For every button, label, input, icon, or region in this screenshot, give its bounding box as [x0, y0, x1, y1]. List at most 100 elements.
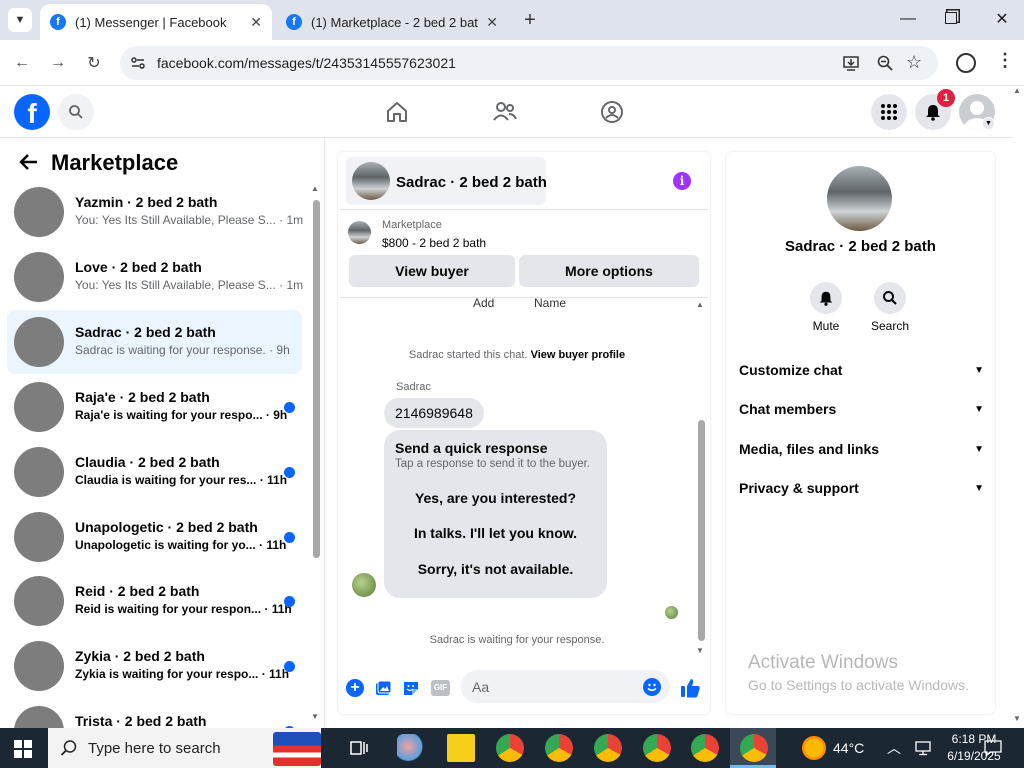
restore-window-icon[interactable] [945, 12, 957, 24]
chevron-down-icon: ▼ [974, 364, 984, 376]
close-tab-icon[interactable]: ✕ [250, 14, 262, 31]
tab-list-chevron-icon[interactable]: ▼ [8, 8, 32, 32]
chrome-profile-icon[interactable] [496, 734, 524, 762]
quick-reply-not-available[interactable]: Sorry, it's not available. [398, 556, 593, 582]
conversation-item[interactable]: Reid · 2 bed 2 bath Reid is waiting for y… [7, 569, 302, 633]
conversation-item[interactable]: Yazmin · 2 bed 2 bath You: Yes Its Still … [7, 180, 303, 244]
back-arrow-icon[interactable]: ← [9, 50, 35, 76]
account-chevron-icon[interactable]: ▼ [982, 117, 995, 130]
privacy-support-row[interactable]: Privacy & support ▼ [739, 476, 984, 500]
sender-avatar[interactable] [352, 573, 376, 597]
scroll-down-arrow-icon[interactable]: ▼ [696, 646, 704, 655]
scroll-down-arrow-icon[interactable]: ▼ [311, 712, 319, 721]
listing-thumbnail [14, 512, 64, 562]
conversation-item[interactable]: Trista · 2 bed 2 bath [7, 699, 302, 728]
conversation-name: Love · 2 bed 2 bath [75, 259, 202, 275]
search-label: Search [870, 319, 910, 333]
menu-grid-icon[interactable] [871, 94, 907, 130]
conversation-item[interactable]: Love · 2 bed 2 bath You: Yes Its Still Av… [7, 245, 303, 309]
reload-icon[interactable]: ↻ [81, 50, 107, 76]
minimize-window-icon[interactable]: — [896, 10, 920, 30]
chrome-profile-icon-active[interactable] [740, 734, 768, 762]
profile-icon[interactable] [956, 53, 976, 73]
info-icon[interactable]: i [673, 172, 691, 190]
message-input[interactable]: Aa [461, 670, 670, 703]
new-tab-plus-icon[interactable]: + [518, 8, 542, 32]
photo-icon[interactable] [374, 679, 392, 697]
chrome-profile-icon[interactable] [643, 734, 671, 762]
conversation-name: Sadrac · 2 bed 2 bath [75, 324, 216, 340]
zoom-icon[interactable] [876, 54, 894, 72]
groups-icon[interactable] [599, 99, 625, 125]
divider [338, 209, 710, 210]
conversation-item[interactable]: Raja'e · 2 bed 2 bath Raja'e is waiting f… [7, 375, 302, 439]
network-icon[interactable] [914, 740, 932, 756]
close-window-icon[interactable]: ✕ [990, 8, 1014, 32]
scrollbar-thumb[interactable] [313, 200, 320, 558]
conversation-item[interactable]: Zykia · 2 bed 2 bath Zykia is waiting for… [7, 634, 302, 698]
conversation-item[interactable]: Sadrac · 2 bed 2 bath Sadrac is waiting f… [7, 310, 302, 374]
taskbar-search-placeholder: Type here to search [88, 740, 221, 757]
paint-app-icon[interactable] [397, 734, 425, 762]
column-header-add: Add [473, 296, 495, 310]
facebook-logo[interactable]: f [14, 94, 50, 130]
conversation-item[interactable]: Unapologetic · 2 bed 2 bath Unapologetic … [7, 505, 302, 569]
like-thumbs-up-icon[interactable] [679, 677, 701, 699]
message-bubble[interactable]: 2146989648 [384, 398, 484, 428]
media-files-links-row[interactable]: Media, files and links ▼ [739, 437, 984, 461]
emoji-icon[interactable] [643, 678, 661, 696]
friends-icon[interactable] [492, 100, 518, 124]
quick-reply-in-talks[interactable]: In talks. I'll let you know. [398, 520, 593, 546]
customize-chat-row[interactable]: Customize chat ▼ [739, 358, 984, 382]
chat-scrollbar-thumb[interactable] [698, 420, 705, 641]
search-conversation-icon[interactable] [874, 282, 906, 314]
tab-messenger[interactable]: f (1) Messenger | Facebook ✕ [40, 4, 272, 40]
chat-info-name: Sadrac · 2 bed 2 bath [785, 238, 936, 255]
gif-icon: GIF [431, 680, 450, 696]
search-icon [60, 739, 78, 757]
site-settings-icon[interactable] [130, 55, 146, 71]
sticker-icon[interactable] [402, 679, 420, 697]
conversation-item[interactable]: Claudia · 2 bed 2 bath Claudia is waiting… [7, 440, 302, 504]
home-icon[interactable] [384, 100, 410, 124]
install-app-icon[interactable] [842, 54, 860, 72]
tab-marketplace[interactable]: f (1) Marketplace - 2 bed 2 bath ✕ [276, 4, 508, 40]
taskbar-search-box[interactable]: Type here to search [48, 728, 321, 768]
conversation-preview: Zykia is waiting for your respo... · 11h [75, 667, 290, 681]
page-scrollbar-up-icon[interactable]: ▲ [1013, 86, 1021, 95]
waiting-notice: Sadrac is waiting for your response. [429, 634, 605, 646]
chrome-profile-icon[interactable] [594, 734, 622, 762]
conversation-name: Zykia · 2 bed 2 bath [75, 648, 205, 664]
forward-arrow-icon[interactable]: → [45, 50, 71, 76]
bookmark-star-icon[interactable]: ☆ [906, 52, 922, 73]
listing-price[interactable]: $800 - 2 bed 2 bath [382, 236, 486, 250]
view-buyer-button[interactable]: View buyer [349, 255, 515, 287]
quick-reply-interested[interactable]: Yes, are you interested? [398, 485, 593, 511]
chat-members-row[interactable]: Chat members ▼ [739, 397, 984, 421]
weather-icon[interactable] [802, 736, 826, 760]
back-arrow-icon[interactable] [18, 151, 40, 173]
scroll-up-arrow-icon[interactable]: ▲ [696, 300, 704, 309]
chevron-down-icon: ▼ [974, 443, 984, 455]
windows-start-icon[interactable] [14, 740, 32, 758]
sticky-notes-icon[interactable] [447, 734, 475, 762]
notification-center-icon[interactable] [983, 739, 1003, 757]
search-icon[interactable] [58, 94, 94, 130]
chat-started-text: Sadrac started this chat. [408, 349, 528, 361]
add-attachment-icon[interactable]: + [346, 679, 364, 697]
more-options-button[interactable]: More options [519, 255, 699, 287]
close-tab-icon[interactable]: ✕ [486, 14, 498, 31]
show-hidden-icons-chevron-icon[interactable]: ︿ [887, 738, 901, 758]
chat-avatar[interactable] [827, 166, 892, 231]
mute-bell-icon[interactable] [810, 282, 842, 314]
chrome-profile-icon[interactable] [691, 734, 719, 762]
weather-text[interactable]: 44°C [833, 740, 864, 756]
url-text: facebook.com/messages/t/2435314555762302… [157, 55, 456, 71]
task-view-icon[interactable] [349, 738, 369, 758]
scroll-up-arrow-icon[interactable]: ▲ [311, 184, 319, 193]
view-buyer-profile-link[interactable]: View buyer profile [531, 349, 626, 361]
chrome-profile-icon[interactable] [545, 734, 573, 762]
address-bar[interactable]: facebook.com/messages/t/2435314555762302… [120, 46, 938, 80]
page-scrollbar-down-icon[interactable]: ▼ [1013, 714, 1021, 723]
browser-menu-icon[interactable]: ⋮ [996, 50, 1014, 71]
